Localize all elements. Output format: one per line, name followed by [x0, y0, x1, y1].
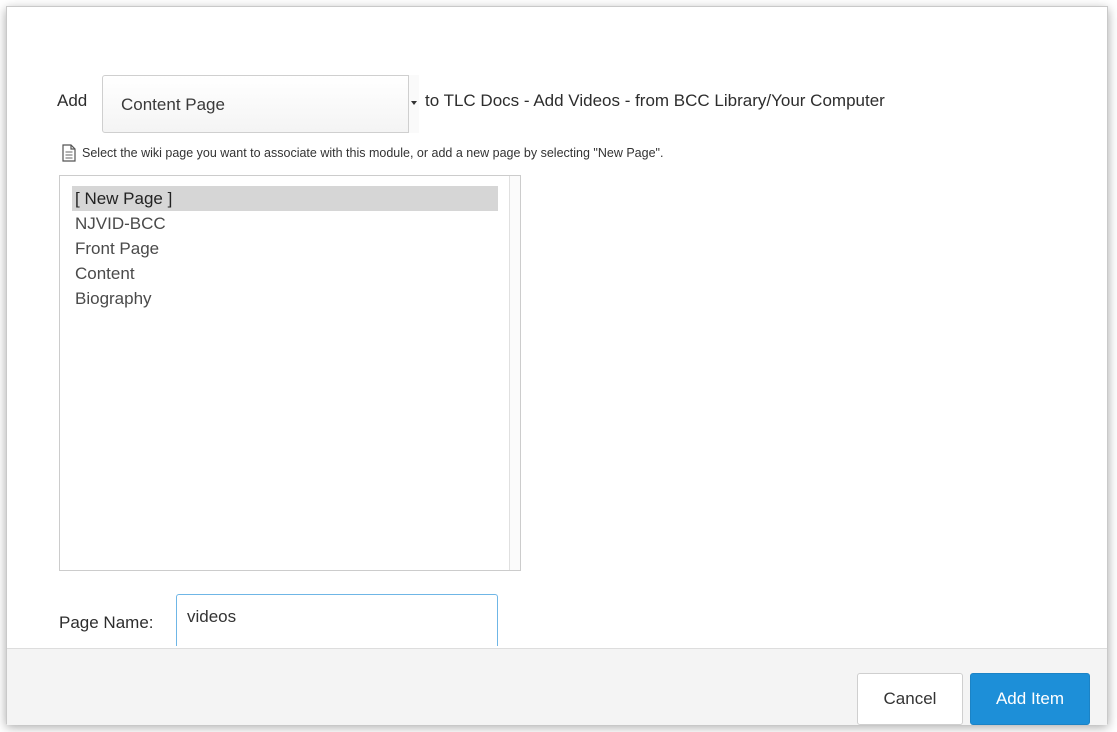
add-item-dialog: Add Content Page to TLC Docs - Add Video… [6, 6, 1108, 725]
list-item-new-page[interactable]: [ New Page ] [72, 186, 498, 211]
dialog-footer: Cancel Add Item [7, 648, 1107, 725]
list-item-njvid-bcc[interactable]: NJVID-BCC [72, 211, 498, 236]
list-item-biography[interactable]: Biography [72, 286, 498, 311]
cancel-button[interactable]: Cancel [857, 673, 963, 725]
list-scrollbar[interactable] [509, 176, 520, 570]
document-icon [62, 144, 76, 162]
list-item-content[interactable]: Content [72, 261, 498, 286]
wiki-page-list[interactable]: [ New Page ] NJVID-BCC Front Page Conten… [59, 175, 521, 571]
target-module-text: to TLC Docs - Add Videos - from BCC Libr… [425, 91, 885, 110]
hint-text: Select the wiki page you want to associa… [82, 146, 664, 160]
page-name-input[interactable] [176, 594, 498, 646]
add-label: Add [57, 91, 88, 110]
list-item-front-page[interactable]: Front Page [72, 236, 498, 261]
page-name-label: Page Name: [59, 613, 154, 632]
wiki-page-list-body: [ New Page ] NJVID-BCC Front Page Conten… [72, 186, 498, 311]
item-type-select[interactable]: Content Page [102, 75, 419, 133]
hint-row: Select the wiki page you want to associa… [62, 143, 663, 163]
item-type-selected-value: Content Page [121, 95, 225, 114]
select-arrow[interactable] [408, 75, 419, 133]
add-item-button[interactable]: Add Item [970, 673, 1090, 725]
chevron-down-icon [411, 101, 417, 105]
